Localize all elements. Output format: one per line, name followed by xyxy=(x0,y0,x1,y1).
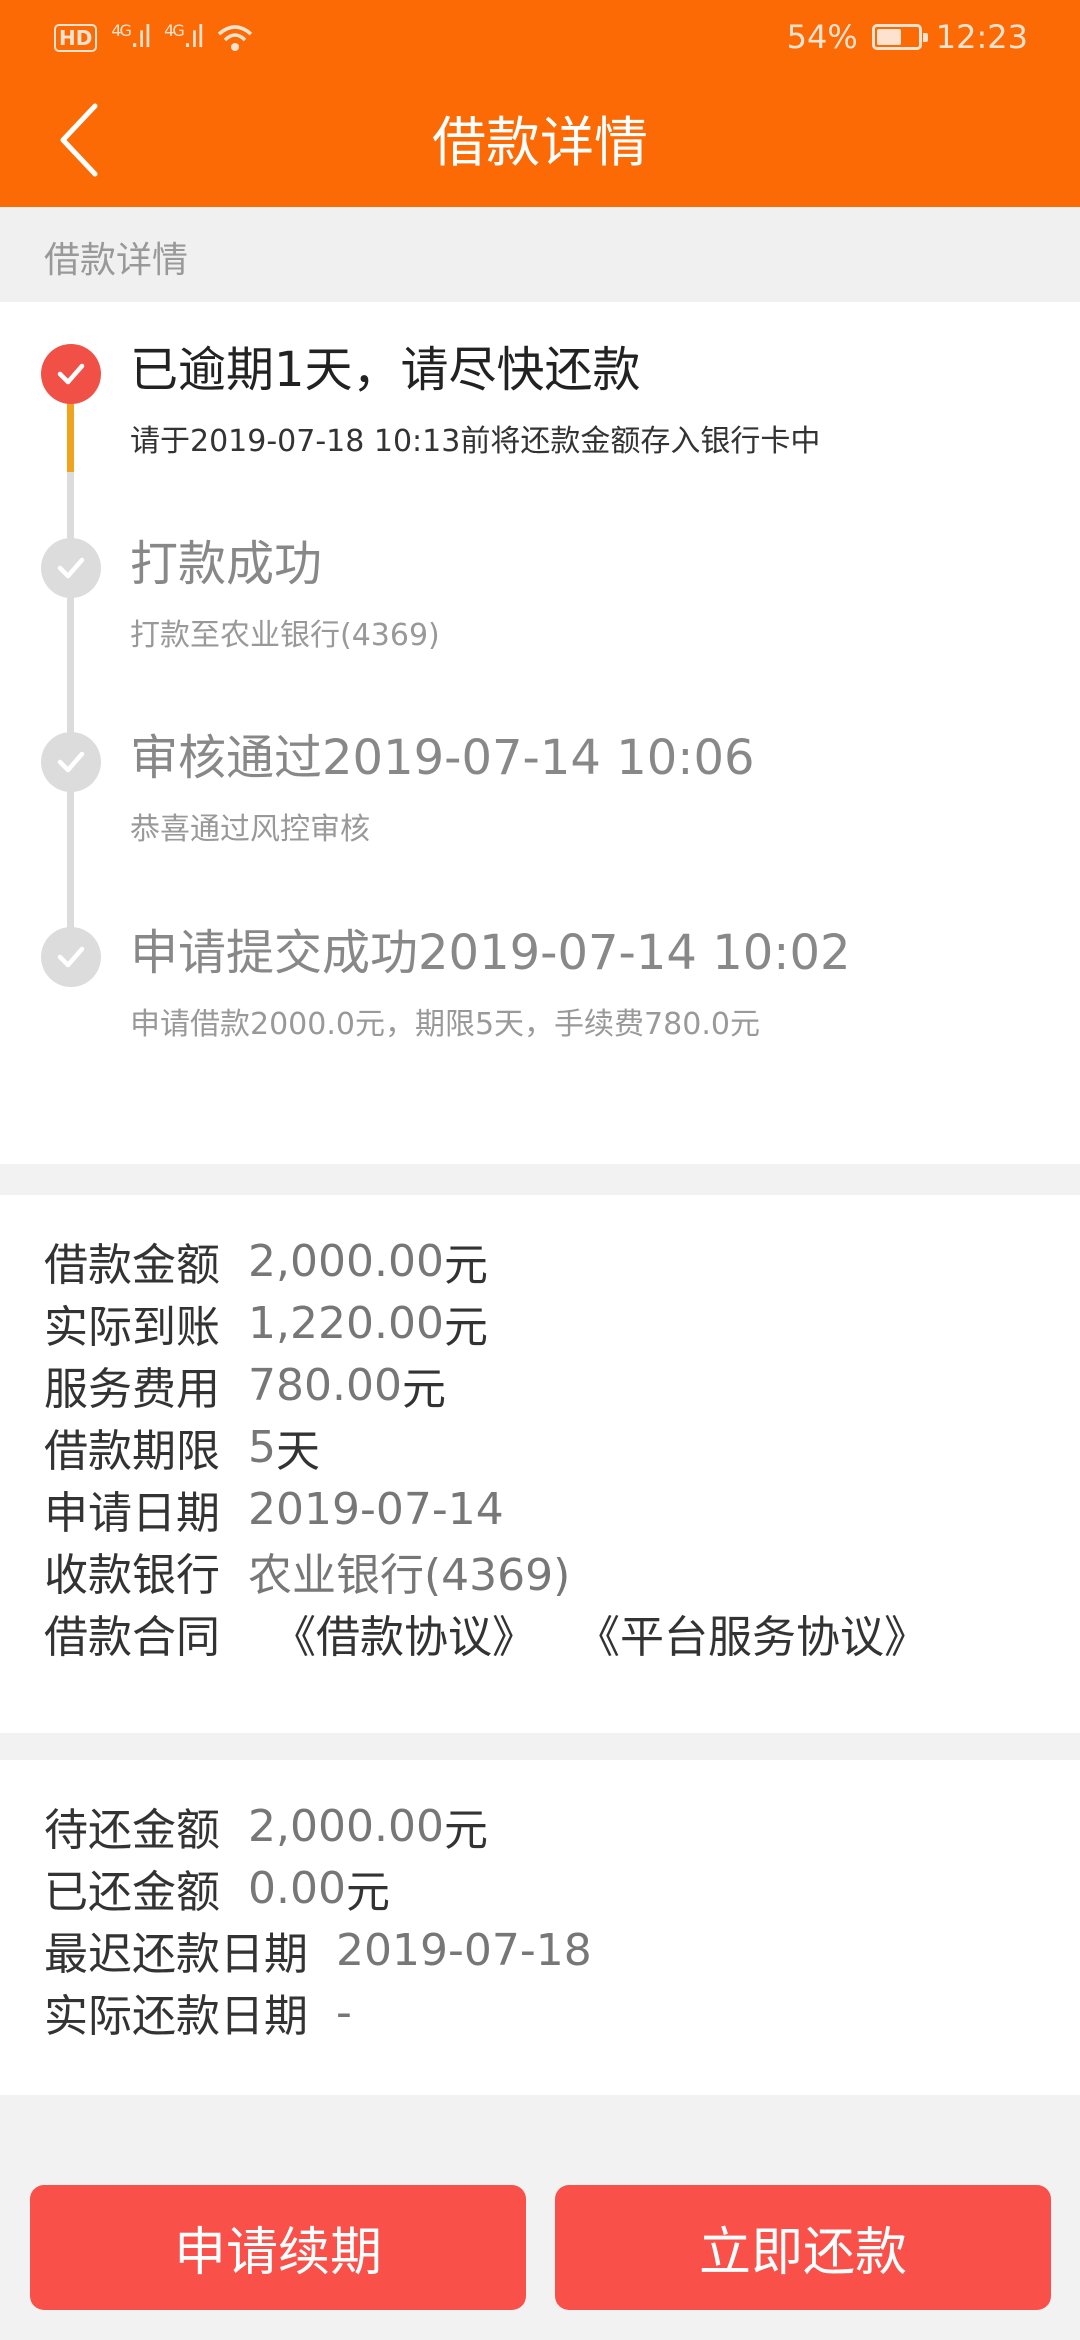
detail-value: 0.00 xyxy=(248,1862,346,1914)
timeline-title: 已逾期1天，请尽快还款 xyxy=(130,342,641,398)
renew-button[interactable]: 申请续期 xyxy=(30,2185,526,2310)
detail-label: 收款银行 xyxy=(44,1550,220,1601)
check-icon xyxy=(57,946,85,968)
status-bar: HD 4G.ıl 4G.ıl 54% 12:23 xyxy=(0,0,1080,75)
timeline-title: 审核通过2019-07-14 10:06 xyxy=(130,730,755,786)
detail-label: 最迟还款日期 xyxy=(44,1929,308,1980)
detail-row-amount: 借款金额 2,000.00 元 xyxy=(44,1231,488,1292)
detail-label: 申请日期 xyxy=(44,1488,220,1539)
page-title: 借款详情 xyxy=(432,111,648,174)
detail-label: 借款期限 xyxy=(44,1426,220,1477)
repay-row-latest-date: 最迟还款日期 2019-07-18 xyxy=(44,1920,592,1981)
detail-row-bank: 收款银行 农业银行(4369) xyxy=(44,1541,570,1601)
detail-unit: 元 xyxy=(443,1240,488,1291)
timeline-dot-active xyxy=(41,344,101,404)
timeline-desc: 打款至农业银行(4369) xyxy=(130,618,440,653)
detail-label: 实际还款日期 xyxy=(44,1991,308,2042)
detail-unit: 元 xyxy=(401,1364,446,1415)
detail-unit: 天 xyxy=(276,1426,320,1477)
status-right: 54% 12:23 xyxy=(787,18,1028,56)
loan-details-card: 借款金额 2,000.00 元 实际到账 1,220.00 元 服务费用 780… xyxy=(0,1195,1080,1733)
check-icon xyxy=(57,557,85,579)
timeline-dot xyxy=(41,927,101,987)
timeline-dot xyxy=(41,538,101,598)
repay-row-due: 待还金额 2,000.00 元 xyxy=(44,1796,488,1857)
section-label: 借款详情 xyxy=(0,207,1080,302)
battery-icon xyxy=(871,24,928,50)
detail-label: 已还金额 xyxy=(44,1867,220,1918)
detail-value: 2019-07-18 xyxy=(336,1924,592,1976)
status-left: HD 4G.ıl 4G.ıl xyxy=(54,20,253,55)
detail-value: 2,000.00 xyxy=(248,1800,444,1852)
signal-icon-1: 4G.ıl xyxy=(111,20,152,55)
detail-row-received: 实际到账 1,220.00 元 xyxy=(44,1293,488,1354)
repayment-card: 待还金额 2,000.00 元 已还金额 0.00 元 最迟还款日期 2019-… xyxy=(0,1760,1080,2095)
detail-unit: 元 xyxy=(443,1805,488,1856)
timeline-line-active xyxy=(67,392,74,472)
timeline-desc: 请于2019-07-18 10:13前将还款金额存入银行卡中 xyxy=(130,424,821,459)
detail-value: 780.00 xyxy=(248,1359,402,1411)
detail-unit: 元 xyxy=(345,1867,390,1918)
timeline-desc: 申请借款2000.0元，期限5天，手续费780.0元 xyxy=(130,1007,760,1042)
detail-value: - xyxy=(336,1986,352,2038)
check-icon xyxy=(57,751,85,773)
detail-row-service-fee: 服务费用 780.00 元 xyxy=(44,1355,446,1416)
detail-label: 借款金额 xyxy=(44,1240,220,1291)
detail-value: 1,220.00 xyxy=(248,1297,444,1349)
timeline-dot xyxy=(41,732,101,792)
hd-icon: HD xyxy=(54,23,98,52)
detail-value: 2,000.00 xyxy=(248,1235,444,1287)
battery-percent: 54% xyxy=(786,18,858,56)
repay-row-repaid: 已还金额 0.00 元 xyxy=(44,1858,390,1919)
detail-unit: 元 xyxy=(443,1302,488,1353)
clock: 12:23 xyxy=(935,18,1028,56)
check-icon xyxy=(57,363,85,385)
detail-label: 待还金额 xyxy=(44,1805,220,1856)
platform-agreement-link[interactable]: 《平台服务协议》 xyxy=(576,1601,928,1665)
repay-row-actual-date: 实际还款日期 - xyxy=(44,1982,352,2043)
repay-now-button[interactable]: 立即还款 xyxy=(555,2185,1051,2310)
wifi-icon xyxy=(217,24,253,51)
detail-value: 2019-07-14 xyxy=(248,1483,504,1535)
section-label-text: 借款详情 xyxy=(44,240,189,281)
detail-row-apply-date: 申请日期 2019-07-14 xyxy=(44,1479,504,1540)
timeline-title: 申请提交成功2019-07-14 10:02 xyxy=(130,925,851,981)
timeline-title: 打款成功 xyxy=(130,536,323,592)
detail-label: 实际到账 xyxy=(44,1302,220,1353)
signal-icon-2: 4G.ıl xyxy=(164,20,205,55)
app-header: HD 4G.ıl 4G.ıl 54% 12:23 借款详情 xyxy=(0,0,1080,207)
timeline-desc: 恭喜通过风控审核 xyxy=(130,812,370,847)
status-timeline: 已逾期1天，请尽快还款 请于2019-07-18 10:13前将还款金额存入银行… xyxy=(0,302,1080,1164)
detail-value: 农业银行(4369) xyxy=(248,1550,571,1601)
detail-value: 5 xyxy=(248,1421,276,1473)
detail-label: 借款合同 xyxy=(44,1612,220,1663)
detail-row-contract: 借款合同 《借款协议》 《平台服务协议》 xyxy=(44,1603,928,1663)
detail-label: 服务费用 xyxy=(44,1364,220,1415)
loan-agreement-link[interactable]: 《借款协议》 xyxy=(272,1601,536,1665)
detail-row-term: 借款期限 5 天 xyxy=(44,1417,320,1478)
